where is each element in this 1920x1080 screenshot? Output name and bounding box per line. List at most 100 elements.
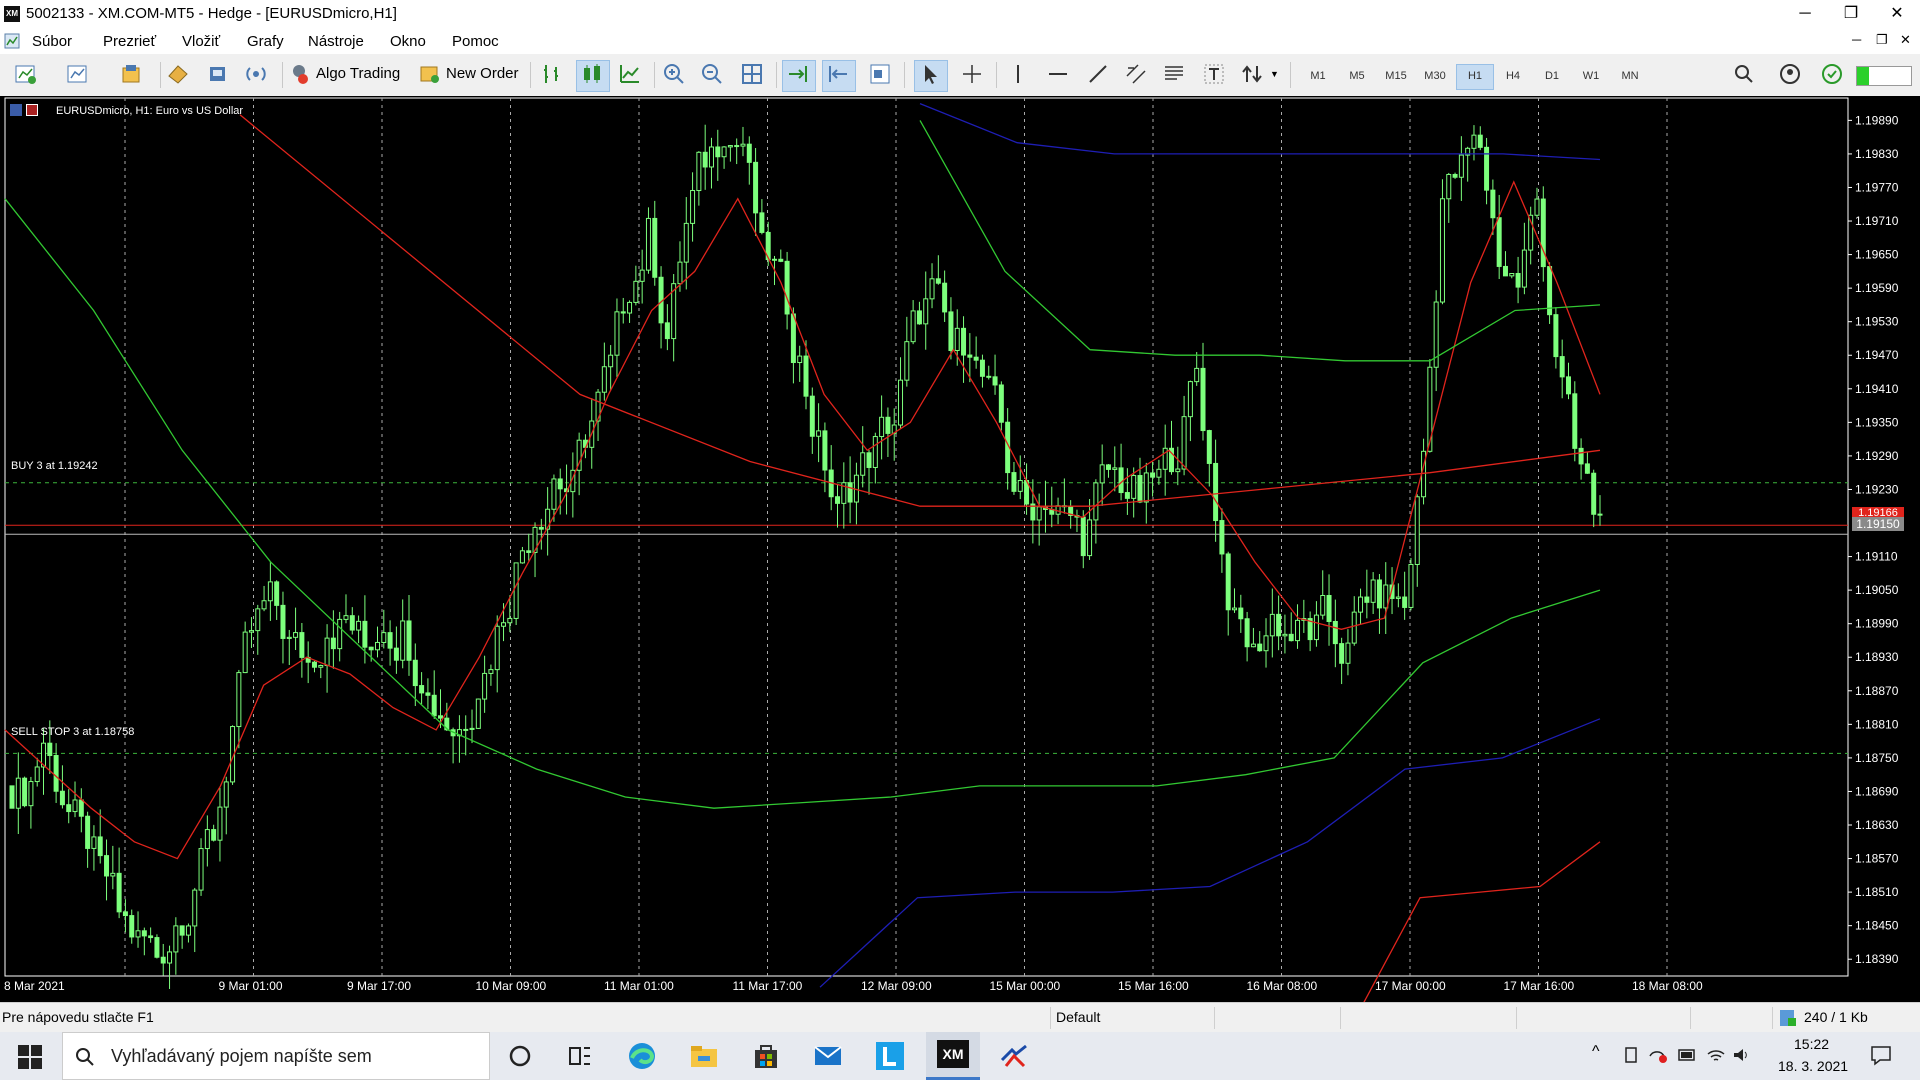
cursor-icon[interactable]: [918, 62, 942, 86]
l-app-icon[interactable]: [874, 1040, 906, 1072]
zoom-in-icon[interactable]: [662, 62, 686, 86]
menu-window[interactable]: Okno: [390, 33, 426, 50]
menu-file[interactable]: Súbor: [32, 33, 72, 50]
mail-icon[interactable]: [812, 1040, 844, 1072]
candle-body: [1080, 516, 1086, 557]
profiles-icon[interactable]: [66, 62, 90, 86]
candle-body: [1282, 633, 1288, 637]
timeframe-w1[interactable]: W1: [1573, 64, 1609, 88]
zoom-out-icon[interactable]: [700, 62, 724, 86]
mdi-minimize-button[interactable]: ─: [1852, 32, 1861, 47]
templates-icon[interactable]: [868, 62, 892, 86]
tray-chevron-icon[interactable]: ^: [1592, 1043, 1600, 1061]
chart-window[interactable]: 8 Mar 2021 9 Mar 01:00 9 Mar 17:00 10 Mar 0…: [0, 96, 1920, 1002]
menu-tools[interactable]: Nástroje: [308, 33, 364, 50]
candle-body: [488, 669, 494, 674]
crosshair-icon[interactable]: [960, 62, 984, 86]
timeframe-h4[interactable]: H4: [1495, 64, 1531, 88]
taskbar-xm-active[interactable]: XM: [926, 1032, 980, 1080]
minimize-button[interactable]: ─: [1782, 0, 1828, 28]
fibonacci-icon[interactable]: [1162, 62, 1186, 86]
chart-shift-icon[interactable]: [826, 62, 850, 86]
candle-body: [1383, 584, 1389, 609]
algo-trading-button[interactable]: Algo Trading: [316, 65, 400, 82]
order-label-sell-stop[interactable]: SELL STOP 3 at 1.18758: [11, 726, 134, 738]
arrows-icon[interactable]: [1240, 62, 1264, 86]
mdi-close-button[interactable]: ✕: [1900, 32, 1911, 48]
navigator-icon[interactable]: [166, 62, 190, 86]
candle-body: [280, 604, 286, 639]
horizontal-line-icon[interactable]: [1046, 62, 1070, 86]
trendline-icon[interactable]: [1086, 62, 1110, 86]
y-tick-label: 1.19350: [1855, 415, 1899, 429]
tray-clock-date[interactable]: 18. 3. 2021: [1778, 1058, 1848, 1074]
connection-bars-icon[interactable]: [1778, 1008, 1798, 1028]
trading-app-icon[interactable]: [998, 1040, 1030, 1072]
price-chart[interactable]: 8 Mar 2021 9 Mar 01:00 9 Mar 17:00 10 Mar 0…: [0, 96, 1920, 1002]
arrows-dropdown-icon[interactable]: ▼: [1270, 69, 1279, 79]
autoscroll-icon[interactable]: [786, 62, 810, 86]
tray-wifi-icon[interactable]: [1706, 1046, 1726, 1064]
file-explorer-icon[interactable]: [688, 1040, 720, 1072]
candle-body: [97, 836, 103, 857]
candlestick-chart-icon[interactable]: [580, 62, 604, 86]
line-chart-icon[interactable]: [618, 62, 642, 86]
search-icon[interactable]: [1732, 62, 1756, 86]
y-tick-label: 1.18750: [1855, 751, 1899, 765]
edge-browser-icon[interactable]: [626, 1040, 658, 1072]
text-tool-icon[interactable]: [1202, 62, 1226, 86]
menu-insert[interactable]: Vložiť: [182, 33, 220, 50]
mdi-chart-icon[interactable]: [4, 33, 20, 49]
account-icon[interactable]: [1778, 62, 1802, 86]
candle-body: [248, 630, 254, 633]
candle-body: [318, 664, 324, 668]
candle-body: [1477, 134, 1483, 148]
menu-view[interactable]: Prezrieť: [103, 33, 156, 50]
candle-body: [790, 313, 796, 364]
windows-start-icon[interactable]: [18, 1045, 42, 1069]
menu-charts[interactable]: Grafy: [247, 33, 284, 50]
timeframe-m30[interactable]: M30: [1417, 64, 1453, 88]
mdi-restore-button[interactable]: ❐: [1876, 32, 1888, 48]
signals-icon[interactable]: [244, 62, 268, 86]
timeframe-m15[interactable]: M15: [1378, 64, 1414, 88]
bar-chart-icon[interactable]: [540, 62, 564, 86]
bid-price-tag: 1.19150: [1852, 517, 1904, 531]
new-order-button[interactable]: New Order: [446, 65, 519, 82]
task-view-icon[interactable]: [564, 1040, 596, 1072]
status-profile[interactable]: Default: [1056, 1009, 1100, 1025]
y-tick-label: 1.18510: [1855, 885, 1899, 899]
restore-button[interactable]: ❐: [1828, 0, 1874, 28]
tray-battery-icon[interactable]: [1678, 1048, 1698, 1062]
candle-body: [1427, 366, 1433, 452]
timeframe-m1[interactable]: M1: [1300, 64, 1336, 88]
tray-volume-icon[interactable]: [1732, 1046, 1752, 1064]
new-chart-icon[interactable]: [14, 62, 38, 86]
close-button[interactable]: ✕: [1874, 0, 1920, 28]
tray-device-icon[interactable]: [1622, 1046, 1640, 1064]
tile-windows-icon[interactable]: [740, 62, 764, 86]
algo-trading-icon[interactable]: [288, 62, 312, 86]
taskbar-search-box[interactable]: Vyhľadávaný pojem napíšte sem: [62, 1032, 490, 1080]
store-icon[interactable]: [750, 1040, 782, 1072]
liveupdate-icon[interactable]: [1820, 62, 1844, 86]
notification-center-icon[interactable]: [1870, 1044, 1892, 1066]
timeframe-h1[interactable]: H1: [1456, 64, 1494, 90]
vertical-line-icon[interactable]: [1006, 62, 1030, 86]
order-label-buy[interactable]: BUY 3 at 1.19242: [11, 460, 98, 472]
equidistant-channel-icon[interactable]: [1124, 62, 1148, 86]
timeframe-d1[interactable]: D1: [1534, 64, 1570, 88]
timeframe-m5[interactable]: M5: [1339, 64, 1375, 88]
new-order-icon[interactable]: [418, 62, 442, 86]
task-view-cortana-icon[interactable]: [504, 1040, 536, 1072]
timeframe-mn[interactable]: MN: [1612, 64, 1648, 88]
candle-body: [22, 777, 28, 807]
toolbox-icon[interactable]: [206, 62, 230, 86]
candle-body: [967, 354, 973, 358]
market-watch-icon[interactable]: [120, 62, 144, 86]
tray-network-warning-icon[interactable]: [1648, 1046, 1668, 1064]
candle-body: [759, 212, 765, 233]
tray-clock-time[interactable]: 15:22: [1794, 1036, 1829, 1052]
candle-body: [1351, 611, 1357, 644]
menu-help[interactable]: Pomoc: [452, 33, 499, 50]
